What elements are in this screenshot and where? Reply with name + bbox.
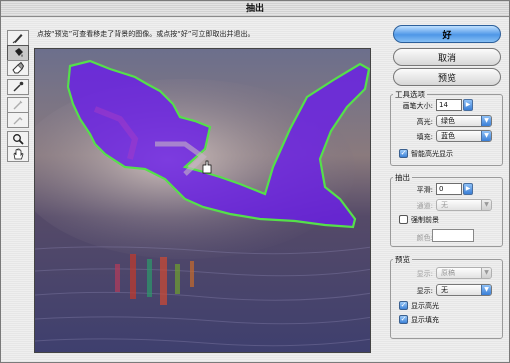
- show-fill-checkbox[interactable]: ✓: [399, 315, 408, 324]
- highlight-color-value: 绿色: [441, 117, 455, 125]
- smooth-popup-button[interactable]: ▶: [463, 183, 473, 195]
- highlight-color-select[interactable]: 绿色 ▼: [436, 115, 492, 127]
- cleanup-tool[interactable]: [7, 97, 29, 113]
- show-highlight-label: 显示高光: [411, 302, 439, 310]
- show-highlight-checkbox[interactable]: ✓: [399, 301, 408, 310]
- chevron-down-icon: ▼: [481, 131, 491, 141]
- hand-icon: [13, 148, 24, 160]
- show-fill-label: 显示填充: [411, 316, 439, 324]
- extraction-title: 抽出: [393, 172, 412, 183]
- display-select[interactable]: 无 ▼: [436, 284, 492, 296]
- edge-touchup-icon: [13, 117, 23, 125]
- color-label: 颜色:: [416, 234, 433, 242]
- fill-color-select[interactable]: 蓝色 ▼: [436, 130, 492, 142]
- window-title: 抽出: [1, 1, 509, 17]
- highlight-label: 高光:: [416, 118, 433, 126]
- instruction-text: 点按“预览”可查看移走了背景的图像。或点按“好”可立即取出并退出。: [37, 30, 255, 38]
- edge-touchup-tool[interactable]: [7, 112, 29, 128]
- chevron-down-icon: ▼: [481, 116, 491, 126]
- tool-palette: [7, 30, 31, 162]
- ok-button[interactable]: 好: [393, 25, 501, 43]
- smart-highlight-checkbox[interactable]: ✓: [399, 149, 408, 158]
- preview-button[interactable]: 预览: [393, 68, 501, 86]
- cancel-button[interactable]: 取消: [393, 48, 501, 66]
- chevron-down-icon: ▼: [481, 200, 491, 210]
- fill-label: 填充:: [416, 133, 433, 141]
- eraser-tool[interactable]: [7, 60, 29, 76]
- zoom-tool[interactable]: [7, 131, 29, 147]
- brush-size-input[interactable]: 14: [436, 99, 462, 111]
- show-label: 显示:: [416, 270, 433, 278]
- edge-highlighter-tool[interactable]: [7, 30, 29, 46]
- smooth-label: 平滑:: [416, 186, 433, 194]
- fill-bucket-tool[interactable]: [7, 45, 29, 61]
- eyedropper-tool[interactable]: [7, 79, 29, 95]
- show-source-value: 原稿: [441, 269, 455, 277]
- smooth-input[interactable]: 0: [436, 183, 462, 195]
- edge-highlighter-icon: [12, 34, 23, 44]
- force-foreground-checkbox[interactable]: [399, 215, 408, 224]
- extract-dialog: 抽出 点按“预览”可查看移走了背景的图像。或点按“好”可立即取出并退出。 好 取…: [0, 0, 510, 363]
- brush-size-popup-button[interactable]: ▶: [463, 99, 473, 111]
- color-swatch[interactable]: [432, 229, 474, 242]
- chevron-down-icon: ▼: [481, 285, 491, 295]
- eraser-icon: [12, 62, 24, 74]
- show-source-select[interactable]: 原稿 ▼: [436, 267, 492, 279]
- chevron-down-icon: ▼: [481, 268, 491, 278]
- brush-size-label: 画笔大小:: [402, 102, 433, 110]
- zoom-icon: [13, 134, 24, 145]
- smart-highlight-label: 智能高光显示: [411, 150, 453, 158]
- hand-tool[interactable]: [7, 146, 29, 162]
- preview-title: 预览: [393, 254, 412, 265]
- image-preview-canvas[interactable]: [34, 48, 371, 353]
- channel-label: 通道:: [416, 202, 433, 210]
- channel-select[interactable]: 无 ▼: [436, 199, 492, 211]
- force-foreground-label: 强制前景: [411, 216, 439, 224]
- tool-options-title: 工具选项: [393, 89, 427, 100]
- cleanup-tool-icon: [13, 100, 23, 110]
- display-label: 显示:: [416, 287, 433, 295]
- fill-bucket-icon: [15, 48, 23, 57]
- fill-color-value: 蓝色: [441, 132, 455, 140]
- channel-value: 无: [441, 201, 448, 209]
- eyedropper-icon: [13, 81, 24, 92]
- display-value: 无: [441, 286, 448, 294]
